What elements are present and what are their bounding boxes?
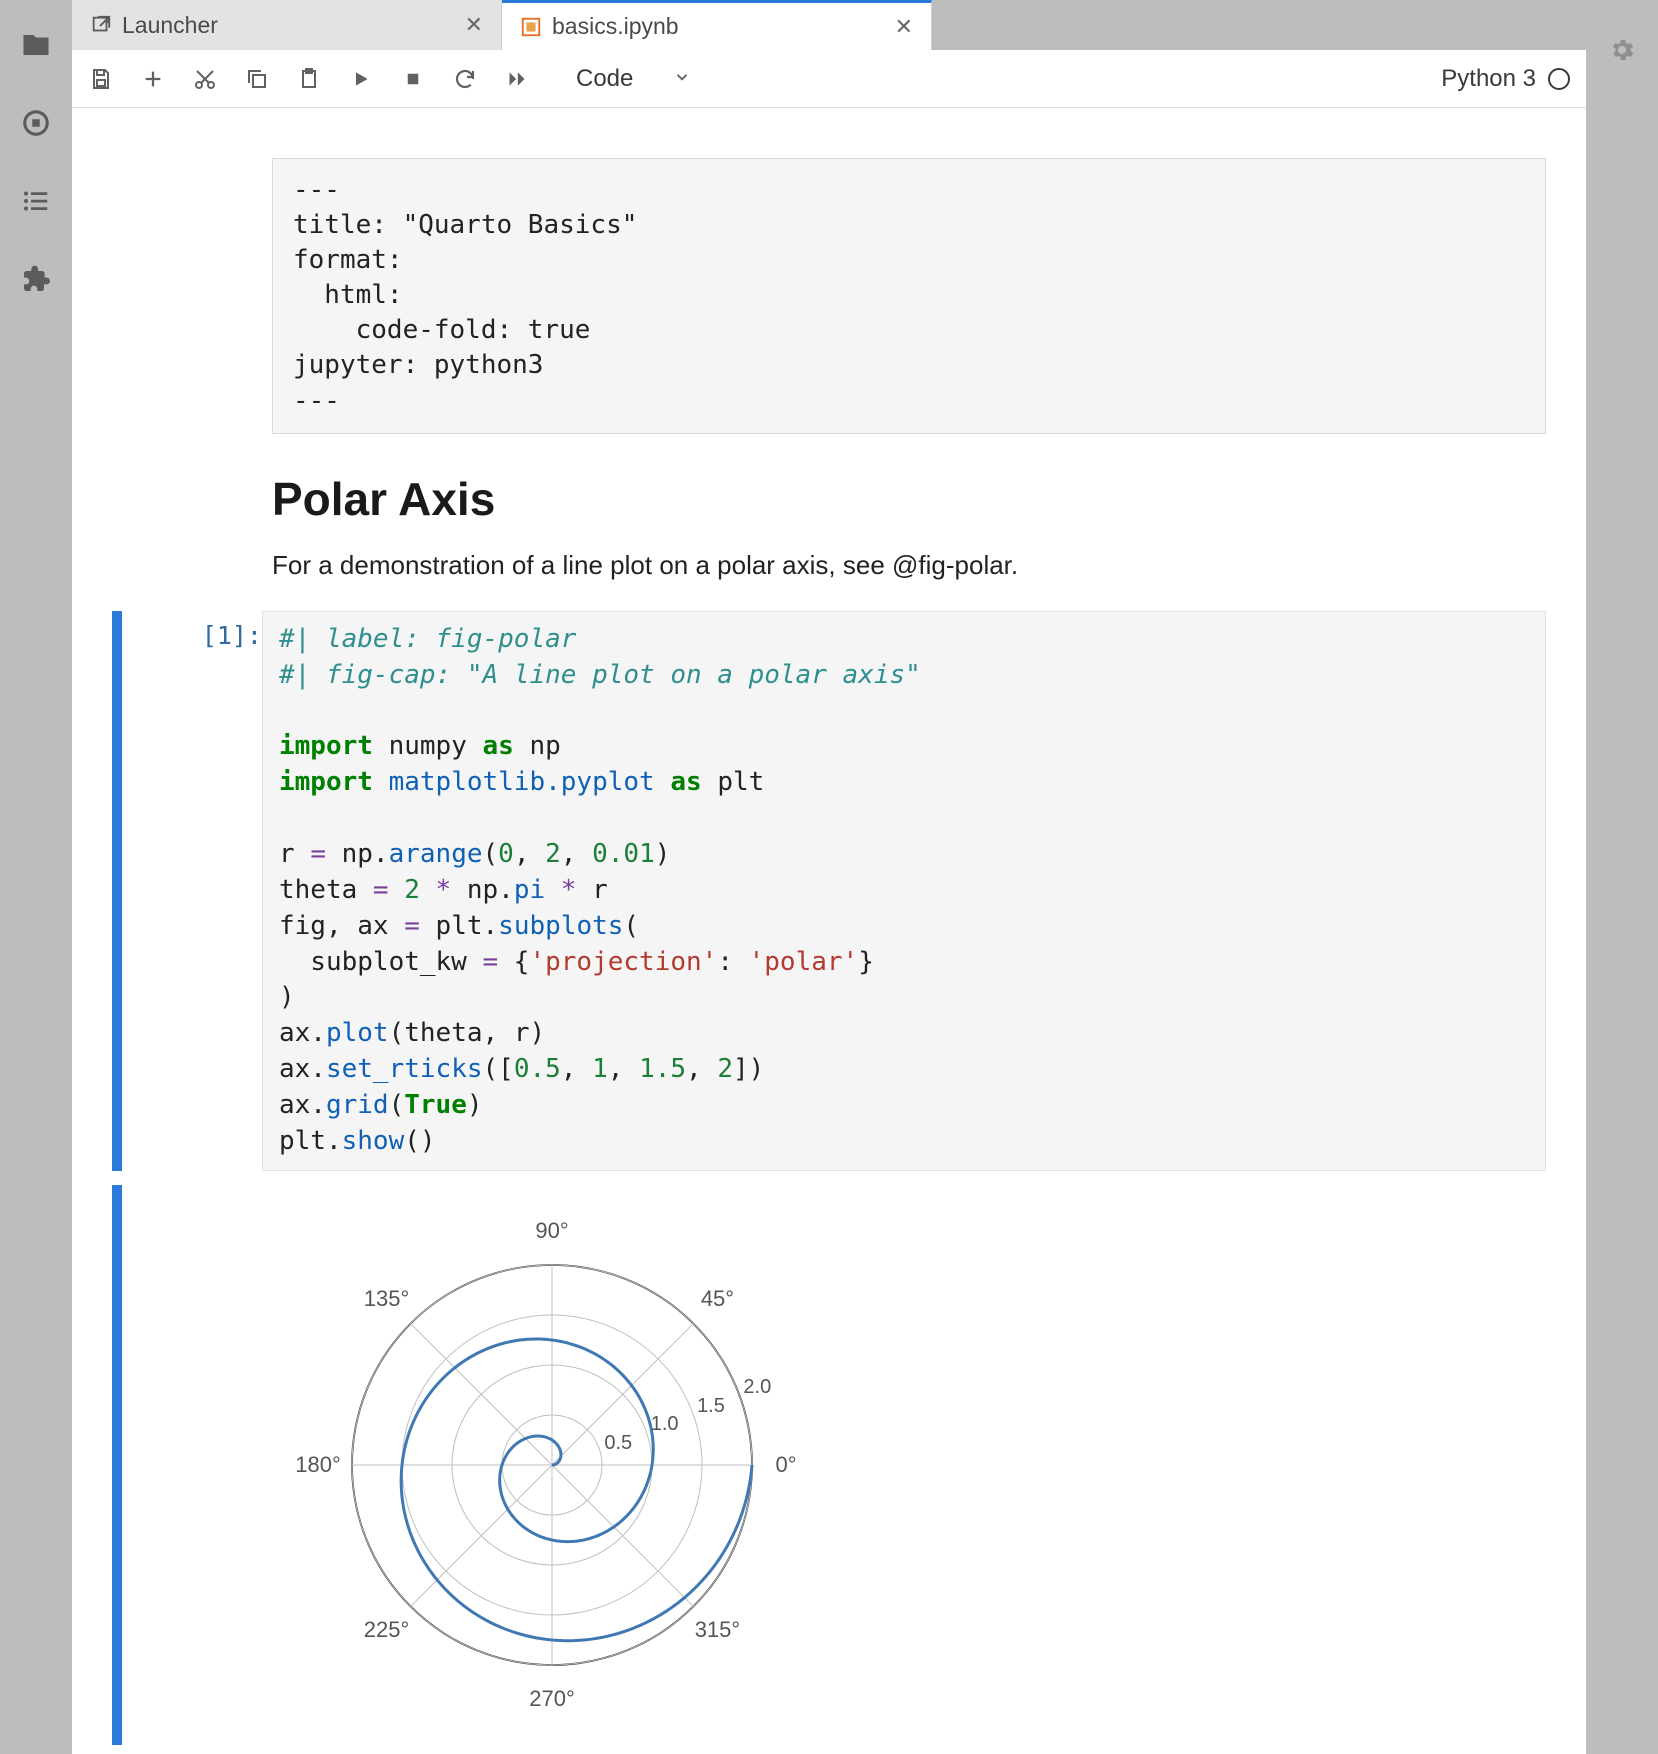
notebook-toolbar: Code Python 3 [72,50,1586,108]
tab-label: Launcher [122,12,455,39]
run-all-icon[interactable] [504,66,530,92]
code-cell[interactable]: [1]: #| label: fig-polar #| fig-cap: "A … [112,611,1546,1171]
extensions-icon[interactable] [19,262,53,296]
notebook-body[interactable]: --- title: "Quarto Basics" format: html:… [72,108,1586,1754]
angle-tick-label: 135° [364,1286,410,1312]
paste-icon[interactable] [296,66,322,92]
polar-plot: 0° 45° 90° 135° 180° 225° 270° 315° 0.5 1.0 1.5 2.0 [272,1185,832,1745]
angle-tick-label: 315° [695,1617,741,1643]
cell-active-indicator [112,1185,122,1745]
angle-tick-label: 45° [701,1286,734,1312]
angle-tick-label: 225° [364,1617,410,1643]
cell-type-label: Code [576,65,633,93]
stop-icon[interactable] [400,66,426,92]
angle-tick-label: 0° [775,1452,796,1478]
angle-tick-label: 270° [529,1686,575,1712]
tab-bar: Launcher ✕ basics.ipynb ✕ [72,0,1586,50]
kernel-name: Python 3 [1441,65,1536,93]
r-tick-label: 1.0 [651,1413,679,1436]
right-gutter [1586,0,1658,1754]
markdown-cell[interactable]: Polar Axis For a demonstration of a line… [272,472,1546,581]
tab-label: basics.ipynb [552,13,885,40]
folder-icon[interactable] [19,28,53,62]
running-icon[interactable] [19,106,53,140]
copy-icon[interactable] [244,66,270,92]
cell-type-select[interactable]: Code [566,63,701,95]
tab-launcher[interactable]: Launcher ✕ [72,0,502,50]
angle-tick-label: 90° [535,1218,568,1244]
add-cell-icon[interactable] [140,66,166,92]
r-tick-label: 0.5 [604,1432,632,1455]
notebook-icon [520,16,542,38]
tab-basics-ipynb[interactable]: basics.ipynb ✕ [502,0,932,50]
restart-icon[interactable] [452,66,478,92]
r-tick-label: 1.5 [697,1395,725,1418]
polar-svg [272,1185,832,1745]
cut-icon[interactable] [192,66,218,92]
output-prompt [152,1185,262,1745]
r-tick-label: 2.0 [743,1376,771,1399]
activity-bar [0,0,72,1754]
kernel-idle-icon [1548,68,1570,90]
input-prompt: [1]: [152,611,262,1171]
kernel-status[interactable]: Python 3 [1441,65,1570,93]
close-icon[interactable]: ✕ [465,14,483,36]
angle-tick-label: 180° [295,1452,341,1478]
heading-polar-axis: Polar Axis [272,472,1546,526]
toc-icon[interactable] [19,184,53,218]
launcher-icon [90,14,112,36]
raw-frontmatter-cell[interactable]: --- title: "Quarto Basics" format: html:… [272,158,1546,434]
code-editor[interactable]: #| label: fig-polar #| fig-cap: "A line … [262,611,1546,1171]
settings-icon[interactable] [1608,36,1636,1754]
chevron-down-icon [673,65,691,93]
markdown-paragraph: For a demonstration of a line plot on a … [272,550,1546,581]
close-icon[interactable]: ✕ [895,16,913,38]
cell-active-indicator [112,611,122,1171]
save-icon[interactable] [88,66,114,92]
output-cell: 0° 45° 90° 135° 180° 225° 270° 315° 0.5 1.0 1.5 2.0 [112,1185,1546,1745]
run-icon[interactable] [348,66,374,92]
